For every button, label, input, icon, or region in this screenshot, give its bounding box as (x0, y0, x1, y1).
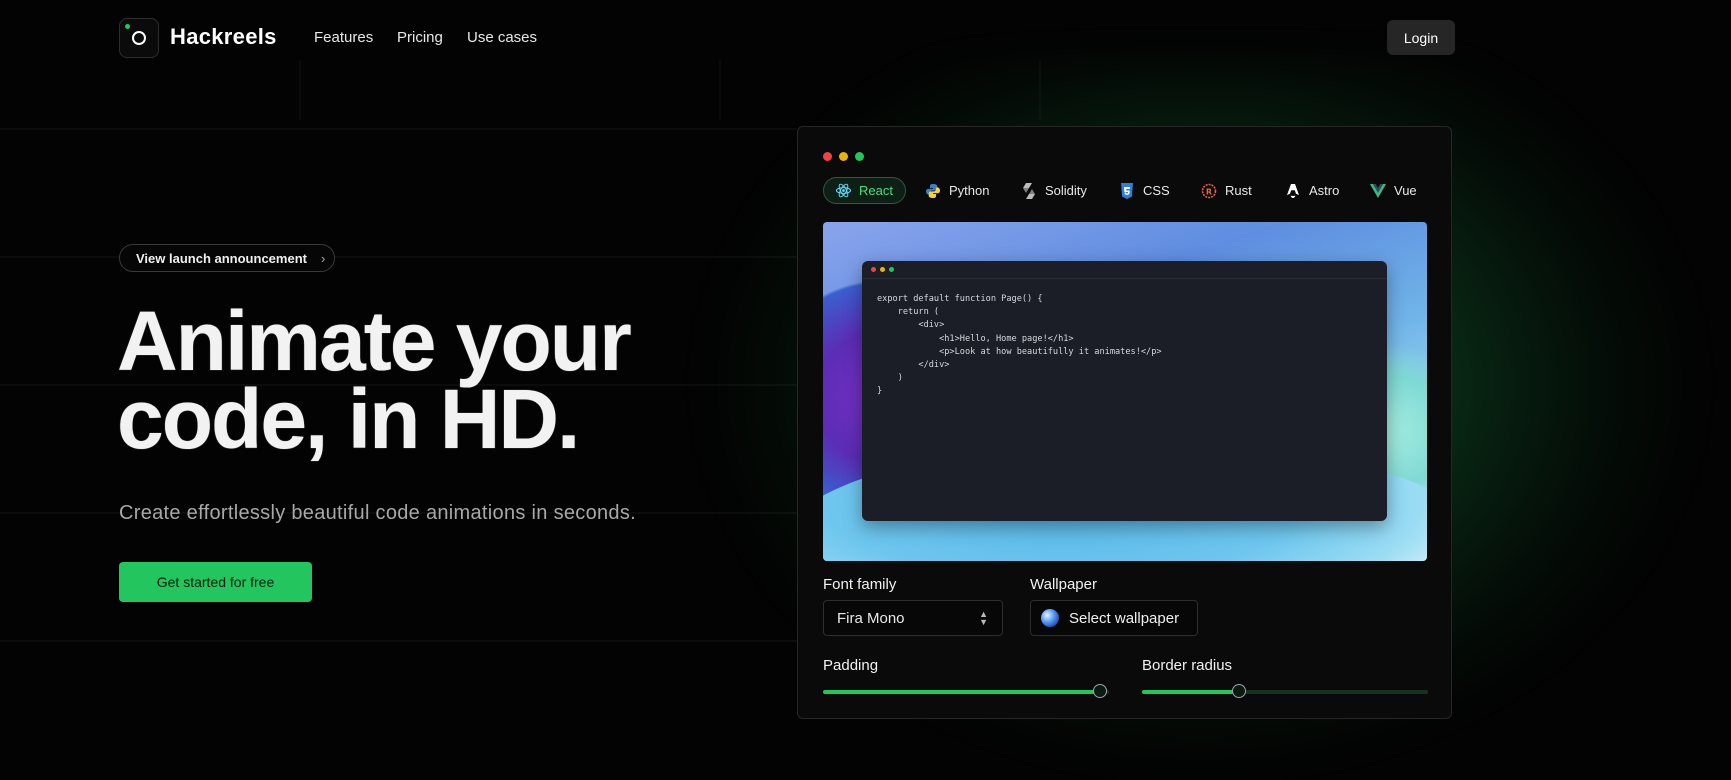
wallpaper-label: Wallpaper (1030, 576, 1097, 593)
tab-label: React (859, 183, 893, 198)
code-preview: export default function Page() { return … (823, 222, 1427, 561)
astro-icon (1284, 182, 1302, 200)
code-line: return ( (877, 307, 940, 318)
svg-text:R: R (1206, 187, 1212, 196)
get-started-button[interactable]: Get started for free (119, 562, 312, 602)
traffic-light-green-icon (855, 152, 864, 161)
nav-features[interactable]: Features (314, 29, 373, 46)
code-window-red-icon (871, 267, 876, 272)
border-radius-slider-thumb[interactable] (1232, 684, 1246, 698)
tab-label: Rust (1225, 183, 1252, 198)
code-window-titlebar (862, 261, 1387, 279)
code-line: </div> (877, 360, 950, 371)
hero-title: Animate your code, in HD. (117, 299, 777, 461)
announcement-label: View launch announcement (136, 250, 307, 266)
padding-label: Padding (823, 657, 879, 674)
padding-slider-fill (823, 690, 1100, 694)
traffic-light-yellow-icon (839, 152, 848, 161)
padding-slider[interactable] (823, 684, 1109, 698)
code-line: export default function Page() { (877, 294, 1043, 304)
border-radius-slider[interactable] (1142, 684, 1428, 698)
chevron-right-icon: › (320, 250, 326, 266)
code-block: export default function Page() { return … (877, 293, 1162, 399)
code-line: <h1>Hello, Home page!</h1> (877, 333, 1074, 344)
tab-rust[interactable]: R Rust (1200, 177, 1252, 204)
font-family-select[interactable]: Fira Mono ▲ ▼ (823, 600, 1003, 636)
logo-icon[interactable] (119, 18, 159, 58)
tab-python[interactable]: Python (924, 177, 989, 204)
code-line: <p>Look at how beautifully it animates!<… (877, 346, 1162, 357)
traffic-light-red-icon (823, 152, 832, 161)
vue-icon (1369, 182, 1387, 200)
brand-name[interactable]: Hackreels (170, 24, 277, 50)
rust-icon: R (1200, 182, 1218, 200)
code-line: <div> (877, 320, 945, 331)
globe-icon (1041, 609, 1059, 627)
nav-pricing[interactable]: Pricing (397, 29, 443, 46)
tab-label: Astro (1309, 183, 1340, 198)
python-icon (924, 182, 942, 200)
tab-label: Vue (1394, 183, 1417, 198)
solidity-icon (1020, 182, 1038, 200)
code-window-green-icon (889, 267, 894, 272)
login-button[interactable]: Login (1387, 20, 1455, 55)
launch-announcement-pill[interactable]: View launch announcement › (119, 244, 335, 272)
padding-slider-thumb[interactable] (1093, 684, 1107, 698)
tab-react[interactable]: React (823, 177, 906, 204)
editor-card: React Python Solidity CSS R Rust Astro V… (797, 126, 1452, 719)
tab-vue[interactable]: Vue (1369, 177, 1417, 204)
tab-label: Solidity (1045, 183, 1087, 198)
tab-astro[interactable]: Astro (1284, 177, 1339, 204)
logo-ring (132, 31, 146, 45)
tab-css[interactable]: CSS (1118, 177, 1170, 204)
select-wallpaper-button[interactable]: Select wallpaper (1030, 600, 1198, 636)
code-window: export default function Page() { return … (862, 261, 1387, 521)
logo-dot (125, 24, 130, 29)
chevron-up-down-icon: ▲ ▼ (979, 609, 988, 627)
tab-solidity[interactable]: Solidity (1020, 177, 1087, 204)
react-icon (834, 182, 852, 200)
font-family-value: Fira Mono (837, 609, 905, 627)
tab-label: CSS (1143, 183, 1170, 198)
hero-title-line-2: code, in HD. (117, 372, 580, 466)
code-line: ) (877, 373, 903, 384)
select-wallpaper-label: Select wallpaper (1069, 609, 1180, 627)
tab-label: Python (949, 183, 990, 198)
code-window-yellow-icon (880, 267, 885, 272)
border-radius-slider-fill (1142, 690, 1239, 694)
code-line: } (877, 386, 883, 397)
border-radius-label: Border radius (1142, 657, 1233, 674)
hero-subtitle: Create effortlessly beautiful code anima… (119, 502, 637, 524)
nav-use-cases[interactable]: Use cases (467, 29, 537, 46)
font-family-label: Font family (823, 576, 897, 593)
css-icon (1118, 182, 1136, 200)
